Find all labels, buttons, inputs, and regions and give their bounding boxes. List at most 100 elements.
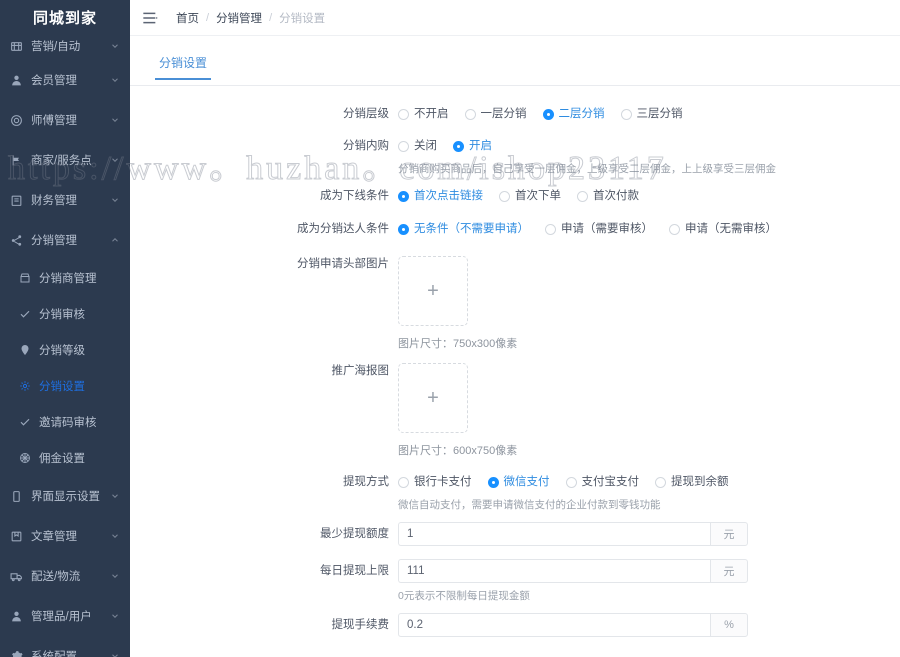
radio-level-none[interactable]: 不开启	[398, 102, 449, 126]
radio-dot	[577, 190, 588, 202]
sidebar-subitem-distribution-settings[interactable]: 分销设置	[0, 368, 130, 404]
image-size-hint: 图片尺寸：600x750像素	[398, 445, 518, 457]
chevron-down-icon	[110, 41, 120, 51]
sidebar-item-finance[interactable]: 财务管理	[0, 180, 130, 220]
radio-wechat-pay[interactable]: 微信支付	[487, 470, 550, 494]
radio-label: 关闭	[414, 140, 437, 152]
radio-label: 一层分销	[480, 108, 527, 120]
form-label: 提现方式	[343, 476, 389, 488]
radio-label: 无条件（不需要申请）	[414, 223, 529, 235]
sidebar-item-label: 分销管理	[31, 235, 77, 247]
sidebar-subitem-label: 分销商管理	[39, 273, 97, 285]
sidebar-item-ui-display-settings[interactable]: 界面显示设置	[0, 476, 130, 516]
breadcrumb-item-distribution[interactable]: 分销管理	[216, 10, 262, 26]
tab-distribution-settings[interactable]: 分销设置	[155, 54, 212, 80]
radio-withdraw-to-balance[interactable]: 提现到余额	[655, 470, 729, 494]
help-text-daily-limit: 0元表示不限制每日提现金额	[398, 590, 530, 602]
radio-dot	[398, 140, 409, 152]
radio-apply-no-audit[interactable]: 申请（无需审核）	[669, 217, 777, 241]
radio-first-order[interactable]: 首次下单	[499, 184, 561, 208]
sidebar-subitem-label: 分销等级	[39, 345, 85, 357]
sidebar-item-label: 师傅管理	[31, 115, 77, 127]
radio-label: 首次点击链接	[414, 190, 483, 202]
plus-icon: +	[427, 387, 439, 409]
sidebar-item-article-manage[interactable]: 文章管理	[0, 516, 130, 556]
unit-addon-yuan: 元	[710, 559, 748, 583]
help-text-withdraw-method: 微信自动支付，需要申请微信支付的企业付款到零钱功能	[398, 499, 661, 511]
sidebar-item-marketing[interactable]: 营销/自动	[0, 32, 130, 60]
form-label: 成为下线条件	[320, 190, 389, 202]
plus-icon: +	[427, 280, 439, 302]
sidebar-item-label: 文章管理	[31, 531, 77, 543]
radio-label: 提现到余额	[671, 476, 729, 488]
radio-group-internal-purchase: 关闭 开启	[398, 134, 900, 158]
radio-dot	[620, 108, 632, 120]
radio-group-downline-condition: 首次点击链接 首次下单 首次付款	[398, 184, 900, 208]
breadcrumb-item-home[interactable]: 首页	[176, 10, 199, 26]
radio-dot	[398, 476, 409, 488]
coin-icon	[18, 451, 32, 465]
sidebar-item-label: 配送/物流	[31, 571, 81, 583]
sidebar-item-system-config[interactable]: 系统配置	[0, 636, 130, 657]
withdraw-fee-input[interactable]	[398, 613, 710, 637]
chevron-down-icon	[110, 195, 120, 205]
clipboard-icon	[9, 193, 24, 208]
image-size-hint: 图片尺寸：750x300像素	[398, 338, 518, 350]
radio-alipay-pay[interactable]: 支付宝支付	[565, 470, 640, 494]
sidebar-subitem-label: 邀请码审核	[39, 417, 97, 429]
form-label: 推广海报图	[331, 365, 390, 377]
radio-label: 支付宝支付	[581, 476, 640, 488]
sidebar-item-admin-users[interactable]: 管理品/用户	[0, 596, 130, 636]
sidebar-subitem-invite-code-audit[interactable]: 邀请码审核	[0, 404, 130, 440]
sidebar-item-merchants[interactable]: 商家/服务点	[0, 140, 130, 180]
radio-bank-card-pay[interactable]: 银行卡支付	[398, 470, 472, 494]
sidebar: 同城到家 营销/自动 会员管理 师傅管理 商家/服务点 财务管理 分销管理 分销…	[0, 0, 130, 657]
sidebar-nav: 营销/自动 会员管理 师傅管理 商家/服务点 财务管理 分销管理 分销商管理 分…	[0, 30, 130, 657]
radio-dot	[542, 108, 554, 120]
sidebar-item-distribution[interactable]: 分销管理	[0, 220, 130, 260]
hamburger-icon[interactable]	[142, 11, 158, 25]
daily-limit-input[interactable]	[398, 559, 710, 583]
form-label: 分销内购	[343, 140, 389, 152]
radio-first-click-link[interactable]: 首次点击链接	[398, 184, 483, 208]
radio-level-one[interactable]: 一层分销	[464, 102, 527, 126]
radio-dot	[487, 476, 499, 488]
radio-dot	[398, 108, 409, 120]
chevron-down-icon	[110, 531, 120, 541]
user-icon	[9, 73, 24, 88]
sidebar-item-members[interactable]: 会员管理	[0, 60, 130, 100]
radio-internal-on[interactable]: 开启	[453, 134, 492, 158]
radio-dot	[669, 223, 680, 235]
radio-level-three[interactable]: 三层分销	[620, 102, 683, 126]
phone-icon	[9, 489, 24, 504]
radio-level-two[interactable]: 二层分销	[542, 102, 605, 126]
radio-internal-off[interactable]: 关闭	[398, 134, 437, 158]
upload-header-image-button[interactable]: +	[398, 256, 468, 326]
share-icon	[9, 233, 24, 248]
sidebar-item-delivery-logistics[interactable]: 配送/物流	[0, 556, 130, 596]
radio-dot	[545, 223, 556, 235]
sidebar-subitem-distribution-audit[interactable]: 分销审核	[0, 296, 130, 332]
sidebar-item-workers[interactable]: 师傅管理	[0, 100, 130, 140]
radio-no-condition[interactable]: 无条件（不需要申请）	[398, 217, 529, 241]
sidebar-item-label: 商家/服务点	[31, 155, 92, 167]
radio-first-payment[interactable]: 首次付款	[577, 184, 639, 208]
sidebar-item-label: 界面显示设置	[31, 491, 100, 503]
input-group-min-withdraw: 元	[398, 522, 748, 546]
input-group-daily-limit: 元	[398, 559, 748, 583]
truck-icon	[9, 569, 24, 584]
form-row-poster-image-upload: 推广海报图 + 图片尺寸：600x750像素	[130, 363, 900, 458]
form-label: 分销层级	[343, 108, 389, 120]
radio-group-distribution-level: 不开启 一层分销 二层分销 三层分销	[398, 102, 900, 126]
breadcrumb-separator: /	[269, 11, 273, 24]
upload-poster-image-button[interactable]: +	[398, 363, 468, 433]
sidebar-subitem-distribution-level[interactable]: 分销等级	[0, 332, 130, 368]
sidebar-submenu-distribution: 分销商管理 分销审核 分销等级 分销设置 邀请码审核 佣金设置	[0, 260, 130, 476]
min-withdraw-input[interactable]	[398, 522, 710, 546]
sidebar-subitem-distributor-manage[interactable]: 分销商管理	[0, 260, 130, 296]
radio-apply-with-audit[interactable]: 申请（需要审核）	[545, 217, 653, 241]
radio-label: 三层分销	[636, 108, 683, 120]
form-row-withdraw-method: 提现方式 银行卡支付 微信支付 支付宝支付 提现到余额 微信自动支付，需要申请微…	[130, 470, 900, 514]
sidebar-subitem-commission-settings[interactable]: 佣金设置	[0, 440, 130, 476]
input-group-withdraw-fee: %	[398, 613, 748, 637]
